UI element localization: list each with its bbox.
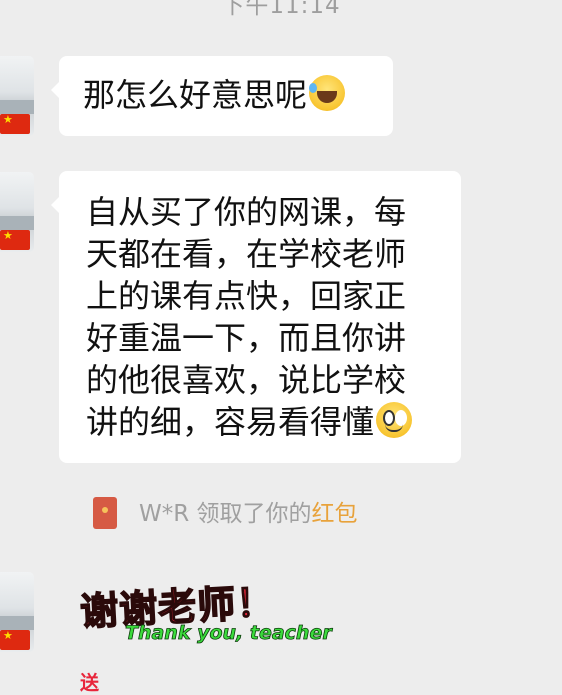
red-envelope-link[interactable]: 红包	[312, 501, 358, 527]
contact-avatar[interactable]	[0, 172, 34, 252]
laughing-tears-emoji-icon	[309, 75, 346, 111]
flag-icon	[0, 113, 30, 134]
next-sticker-partial: 送	[80, 672, 100, 694]
red-envelope-notice: W*R 领取了你的红包	[93, 494, 358, 529]
flag-icon	[0, 229, 30, 250]
avatar-photo	[0, 616, 34, 630]
message-bubble[interactable]: 自从买了你的网课，每天都在看，在学校老师上的课有点快，回家正好重温一下，而且你讲…	[51, 171, 461, 463]
sticker-subtitle: Thank you, teacher	[125, 622, 333, 645]
message-text: 自从买了你的网课，每天都在看，在学校老师上的课有点快，回家正好重温一下，而且你讲…	[86, 193, 407, 441]
notice-text: W*R 领取了你的	[139, 501, 312, 527]
message-bubble[interactable]: 那怎么好意思呢	[51, 56, 393, 136]
contact-avatar[interactable]	[0, 56, 34, 136]
chat-timestamp: 下午11:14	[221, 0, 341, 19]
avatar-photo	[0, 100, 34, 114]
flag-icon	[0, 629, 30, 650]
smile-emoji-icon	[376, 402, 413, 438]
contact-avatar[interactable]	[0, 572, 34, 652]
thank-you-sticker[interactable]: 谢谢老师！ Thank you, teacher	[78, 576, 332, 656]
red-envelope-icon[interactable]	[93, 497, 117, 529]
avatar-photo	[0, 216, 34, 230]
message-text: 那怎么好意思呢	[83, 76, 308, 114]
